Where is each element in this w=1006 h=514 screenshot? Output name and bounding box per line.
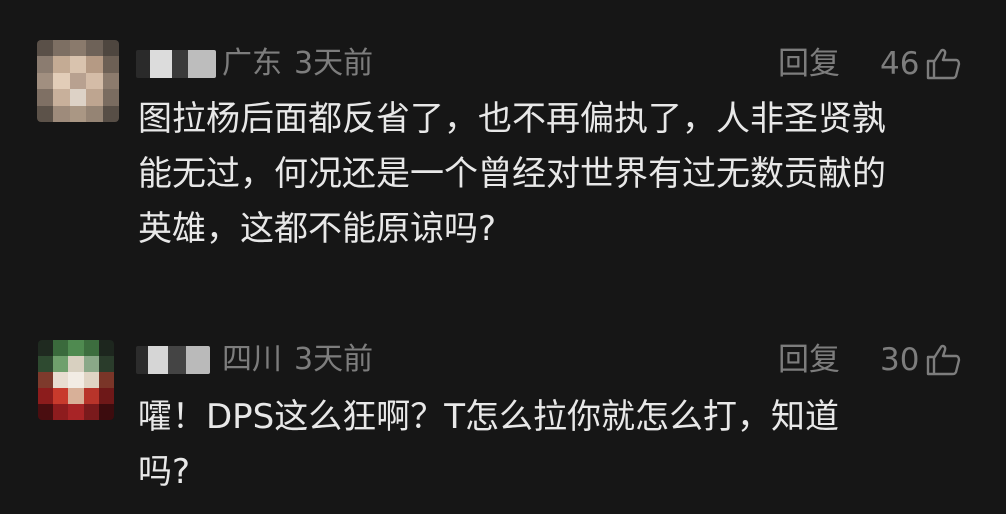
thumbs-up-icon xyxy=(927,344,961,376)
comment-text-line: 能无过，何况还是一个曾经对世界有过无数贡献的 xyxy=(138,154,886,194)
comment-text: 图拉杨后面都反省了，也不再偏执了，人非圣贤孰 能无过，何况还是一个曾经对世界有过… xyxy=(138,92,978,257)
comment-time: 3天前 xyxy=(294,46,374,81)
comment-item: 四川 3天前 回复 30 嚯！DPS这么狂啊？T怎么拉你就怎么打，知道 吗? xyxy=(0,330,1006,514)
comment-time: 3天前 xyxy=(294,342,374,377)
reply-button[interactable]: 回复 xyxy=(778,343,840,377)
comment-list: 广东 3天前 回复 46 图拉杨后面都反省了，也不再偏执了，人非圣贤孰 能无过，何… xyxy=(0,0,1006,514)
username-blurred[interactable] xyxy=(136,346,210,374)
comment-text-line: 吗? xyxy=(138,452,191,492)
comment-region: 四川 xyxy=(222,342,282,377)
avatar[interactable] xyxy=(37,40,119,122)
like-count: 30 xyxy=(880,342,920,378)
avatar[interactable] xyxy=(38,340,114,420)
comment-region: 广东 xyxy=(222,46,282,81)
comment-text-line: 嚯！DPS这么狂啊？T怎么拉你就怎么打，知道 xyxy=(138,397,840,437)
like-count: 46 xyxy=(880,46,920,82)
comment-text: 嚯！DPS这么狂啊？T怎么拉你就怎么打，知道 吗? xyxy=(138,390,978,500)
thumbs-up-icon xyxy=(927,48,961,80)
comment-item: 广东 3天前 回复 46 图拉杨后面都反省了，也不再偏执了，人非圣贤孰 能无过，何… xyxy=(0,0,1006,330)
reply-button[interactable]: 回复 xyxy=(778,47,840,81)
like-button[interactable]: 46 xyxy=(880,47,961,81)
username-blurred[interactable] xyxy=(136,50,216,78)
comment-meta: 广东 3天前 xyxy=(222,47,373,81)
comment-meta: 四川 3天前 xyxy=(222,343,373,377)
comment-text-line: 英雄，这都不能原谅吗? xyxy=(138,209,497,249)
like-button[interactable]: 30 xyxy=(880,343,961,377)
comment-text-line: 图拉杨后面都反省了，也不再偏执了，人非圣贤孰 xyxy=(138,99,886,139)
